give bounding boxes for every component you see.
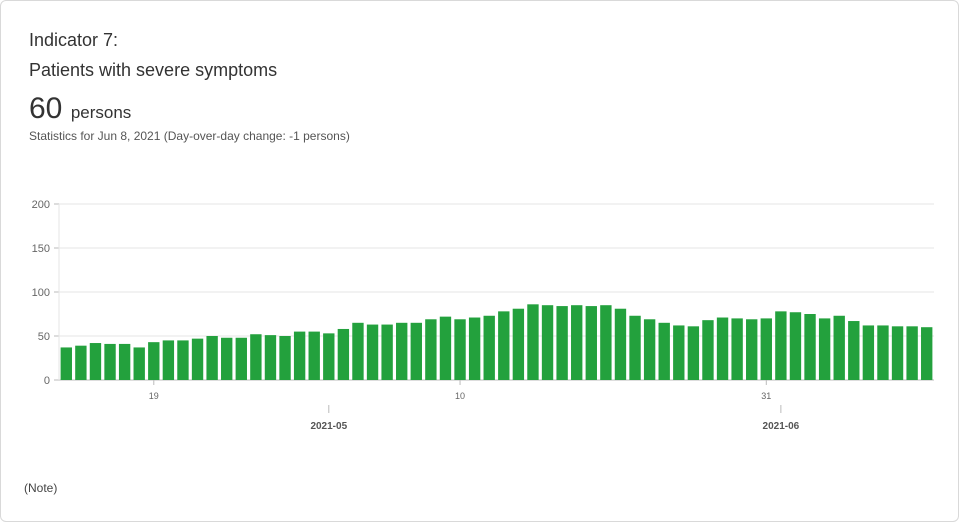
bar — [279, 336, 291, 380]
y-tick-label: 100 — [32, 287, 50, 299]
bar — [250, 334, 262, 380]
bar — [60, 347, 72, 380]
bar — [468, 317, 481, 380]
bar — [89, 343, 102, 380]
y-tick-label: 150 — [32, 243, 50, 255]
bar — [148, 342, 160, 380]
bar — [293, 331, 306, 380]
bar — [556, 306, 568, 380]
bar — [760, 318, 772, 380]
bar — [206, 336, 218, 380]
bar — [366, 324, 379, 380]
bar — [775, 311, 787, 380]
bar — [789, 312, 802, 380]
bar — [818, 318, 831, 380]
bar — [877, 325, 889, 380]
bar — [264, 335, 277, 380]
y-tick-label: 50 — [38, 331, 50, 343]
bar — [702, 320, 714, 380]
bar — [439, 316, 452, 380]
bar — [221, 337, 233, 380]
bar — [541, 305, 554, 380]
bar — [643, 319, 656, 380]
bar — [833, 315, 845, 380]
bar — [396, 322, 408, 380]
bar — [527, 304, 539, 380]
bar — [104, 343, 116, 380]
bar — [454, 319, 466, 380]
bar — [658, 322, 670, 380]
bar — [746, 319, 758, 380]
bar — [571, 305, 583, 380]
x-month-tick-label: 2021-06 — [763, 421, 800, 432]
bar — [600, 305, 612, 380]
bar-chart: 0 50 100 150 200 19 10 31 2021-05 2021-06 — [32, 199, 934, 432]
bar — [848, 321, 860, 380]
bar — [673, 325, 685, 380]
bar — [906, 326, 918, 380]
bar — [337, 328, 350, 380]
y-tick-label: 200 — [32, 199, 50, 211]
bar — [191, 338, 204, 380]
bar — [687, 326, 700, 380]
bar — [629, 315, 641, 380]
bar — [177, 340, 189, 380]
bar — [862, 325, 875, 380]
bar — [614, 308, 627, 380]
bar — [804, 314, 816, 380]
bar — [133, 347, 145, 380]
bar — [921, 327, 933, 380]
note-label: (Note) — [24, 481, 58, 495]
bar — [75, 345, 87, 380]
bar — [352, 322, 364, 380]
x-day-tick-label: 31 — [761, 391, 771, 401]
bar — [162, 340, 175, 380]
indicator-card: Indicator 7: Patients with severe sympto… — [0, 0, 959, 522]
bar — [410, 322, 422, 380]
x-day-tick-label: 19 — [149, 391, 159, 401]
bar — [308, 331, 320, 380]
bar — [381, 324, 393, 380]
bar — [323, 333, 335, 380]
bar — [483, 315, 495, 380]
bar — [498, 311, 510, 380]
bar — [425, 319, 437, 380]
bar — [891, 326, 904, 380]
bar — [118, 343, 131, 380]
bar — [235, 337, 247, 380]
bar — [731, 318, 743, 380]
y-tick-label: 0 — [44, 375, 50, 387]
x-month-tick-label: 2021-05 — [310, 421, 347, 432]
bar — [512, 308, 525, 380]
bar — [585, 306, 597, 380]
x-day-tick-label: 10 — [455, 391, 465, 401]
bar — [716, 317, 729, 380]
